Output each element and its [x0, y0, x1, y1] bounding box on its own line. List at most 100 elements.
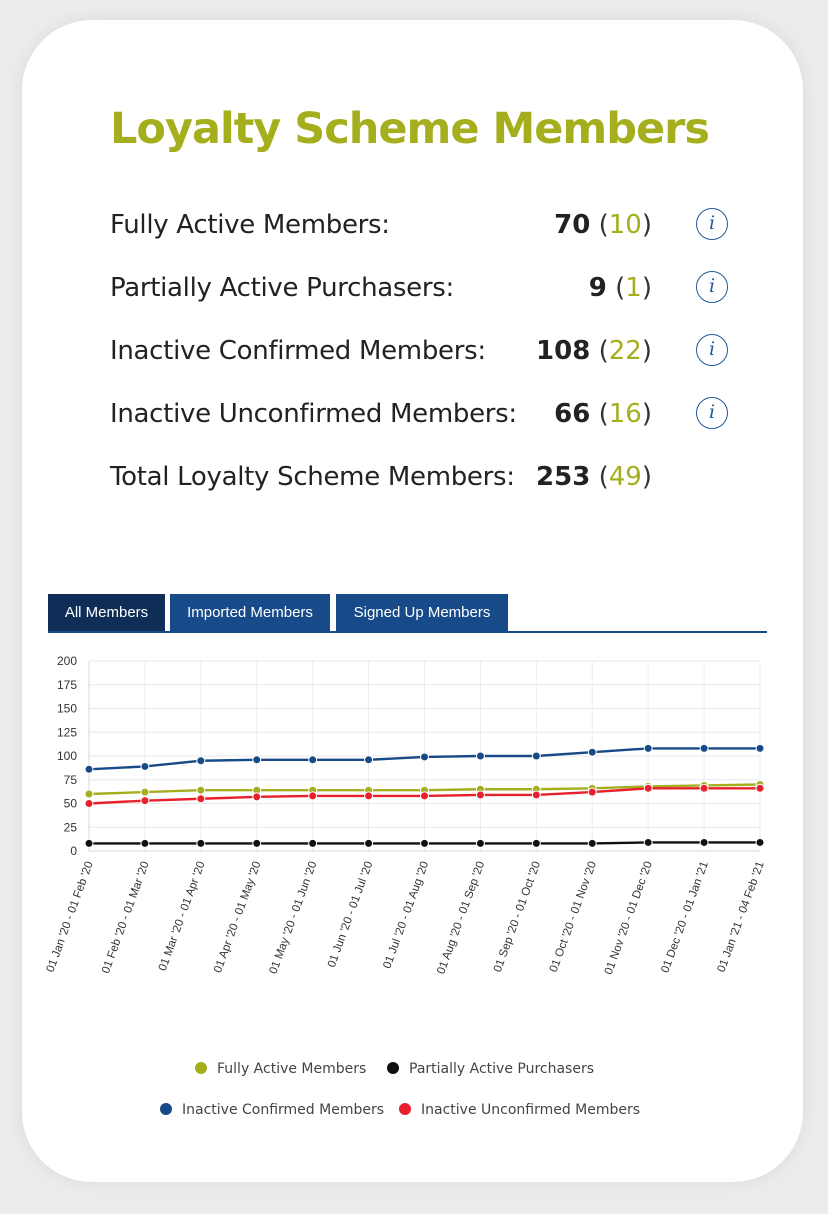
stat-value: 9 (1)	[588, 273, 652, 303]
x-tick-label: 01 Feb '20 - 01 Mar '20	[100, 860, 152, 975]
data-point	[475, 751, 485, 761]
data-point	[643, 743, 653, 753]
stat-value: 253 (49)	[536, 462, 652, 492]
tab-imported-members[interactable]: Imported Members	[170, 594, 330, 632]
y-tick-label: 50	[64, 797, 78, 811]
data-point	[252, 838, 262, 848]
legend-item-inactive-confirmed[interactable]: Inactive Confirmed Members	[160, 1098, 384, 1122]
legend-dot	[399, 1103, 411, 1115]
stat-row-total: Total Loyalty Scheme Members: 253 (49)	[110, 457, 740, 497]
stat-row-partially-active: Partially Active Purchasers: 9 (1) i	[110, 268, 740, 308]
tab-underline	[48, 631, 767, 633]
data-point	[84, 799, 94, 808]
data-point	[475, 790, 485, 800]
stat-value: 108 (22)	[536, 336, 652, 366]
data-point	[140, 796, 150, 806]
data-point	[364, 791, 374, 801]
stat-row-inactive-unconfirmed: Inactive Unconfirmed Members: 66 (16) i	[110, 394, 740, 434]
stat-delta: 1	[625, 273, 642, 303]
data-point	[308, 755, 318, 765]
stat-label: Total Loyalty Scheme Members:	[110, 462, 515, 492]
x-tick-label: 01 Mar '20 - 01 Apr '20	[157, 860, 208, 973]
tab-all-members[interactable]: All Members	[48, 594, 165, 632]
data-point	[308, 791, 318, 801]
data-point	[84, 789, 94, 799]
data-point	[587, 838, 597, 848]
stat-label: Fully Active Members:	[110, 210, 390, 240]
data-point	[140, 761, 150, 771]
data-point	[531, 790, 541, 800]
y-tick-label: 175	[57, 678, 77, 692]
data-point	[84, 838, 94, 848]
legend-item-inactive-unconfirmed[interactable]: Inactive Unconfirmed Members	[399, 1098, 640, 1122]
data-point	[755, 743, 765, 753]
data-point	[84, 764, 94, 774]
data-point	[196, 756, 206, 766]
x-tick-label: 01 Oct '20 - 01 Nov '20	[548, 860, 599, 974]
stat-label: Inactive Unconfirmed Members:	[110, 399, 517, 429]
x-tick-label: 01 Jun '20 - 01 Jul '20	[326, 860, 376, 969]
x-tick-label: 01 Jan '21 - 04 Feb '21	[716, 860, 767, 974]
y-tick-label: 200	[57, 654, 77, 668]
info-icon[interactable]: i	[696, 334, 728, 366]
data-point	[308, 838, 318, 848]
x-tick-label: 01 Jan '20 - 01 Feb '20	[45, 860, 96, 974]
legend-dot	[387, 1062, 399, 1074]
stat-row-fully-active: Fully Active Members: 70 (10) i	[110, 205, 740, 245]
y-tick-label: 0	[70, 844, 77, 858]
data-point	[420, 791, 429, 801]
stat-row-inactive-confirmed: Inactive Confirmed Members: 108 (22) i	[110, 331, 740, 371]
legend-label: Fully Active Members	[217, 1061, 367, 1077]
data-point	[196, 838, 206, 848]
data-point	[364, 838, 374, 848]
stat-delta: 16	[608, 399, 642, 429]
x-tick-label: 01 May '20 - 01 Jun '20	[268, 860, 320, 976]
data-point	[420, 752, 429, 762]
stat-count: 253	[536, 462, 591, 492]
stat-count: 108	[536, 336, 591, 366]
stat-count: 66	[554, 399, 591, 429]
stat-value: 70 (10)	[554, 210, 652, 240]
data-point	[699, 837, 709, 847]
stat-count: 70	[554, 210, 591, 240]
data-point	[252, 755, 262, 765]
x-tick-label: 01 Apr '20 - 01 May '20	[212, 860, 263, 975]
data-point	[252, 792, 262, 802]
y-tick-label: 25	[64, 820, 78, 834]
stat-delta: 22	[608, 336, 642, 366]
x-tick-label: 01 Nov '20 - 01 Dec '20	[603, 860, 655, 976]
data-point	[420, 838, 429, 848]
legend-row-1: Fully Active Members Partially Active Pu…	[0, 1057, 828, 1081]
legend-label: Partially Active Purchasers	[409, 1061, 595, 1077]
data-point	[755, 783, 765, 793]
stat-delta: 49	[608, 462, 642, 492]
x-tick-label: 01 Jul '20 - 01 Aug '20	[381, 860, 431, 970]
x-tick-label: 01 Sep '20 - 01 Oct '20	[492, 860, 543, 974]
y-tick-label: 150	[57, 702, 77, 716]
data-point	[140, 838, 150, 848]
legend-item-fully-active[interactable]: Fully Active Members	[195, 1057, 366, 1081]
stat-value: 66 (16)	[554, 399, 652, 429]
legend-label: Inactive Confirmed Members	[182, 1102, 385, 1118]
stat-label: Partially Active Purchasers:	[110, 273, 454, 303]
info-icon[interactable]: i	[696, 397, 728, 429]
data-point	[196, 785, 206, 795]
data-point	[140, 787, 150, 797]
members-line-chart: 0 25 50 75 100 125 150 175 200 01 Jan '20 - 01 Fe…	[45, 654, 767, 976]
data-point	[196, 794, 206, 804]
y-tick-label: 125	[57, 725, 77, 739]
data-point	[755, 837, 765, 847]
stat-delta: 10	[608, 210, 642, 240]
data-point	[587, 747, 597, 757]
legend-dot	[160, 1103, 172, 1115]
y-tick-label: 100	[57, 749, 77, 763]
data-point	[531, 838, 541, 848]
y-tick-label: 75	[64, 773, 78, 787]
data-point	[643, 783, 653, 793]
info-icon[interactable]: i	[696, 208, 728, 240]
info-icon[interactable]: i	[696, 271, 728, 303]
legend-item-partially-active[interactable]: Partially Active Purchasers	[387, 1057, 594, 1081]
x-tick-label: 01 Dec '20 - 01 Jan '21	[659, 860, 710, 975]
data-point	[643, 837, 653, 847]
tab-signed-up-members[interactable]: Signed Up Members	[336, 594, 508, 632]
